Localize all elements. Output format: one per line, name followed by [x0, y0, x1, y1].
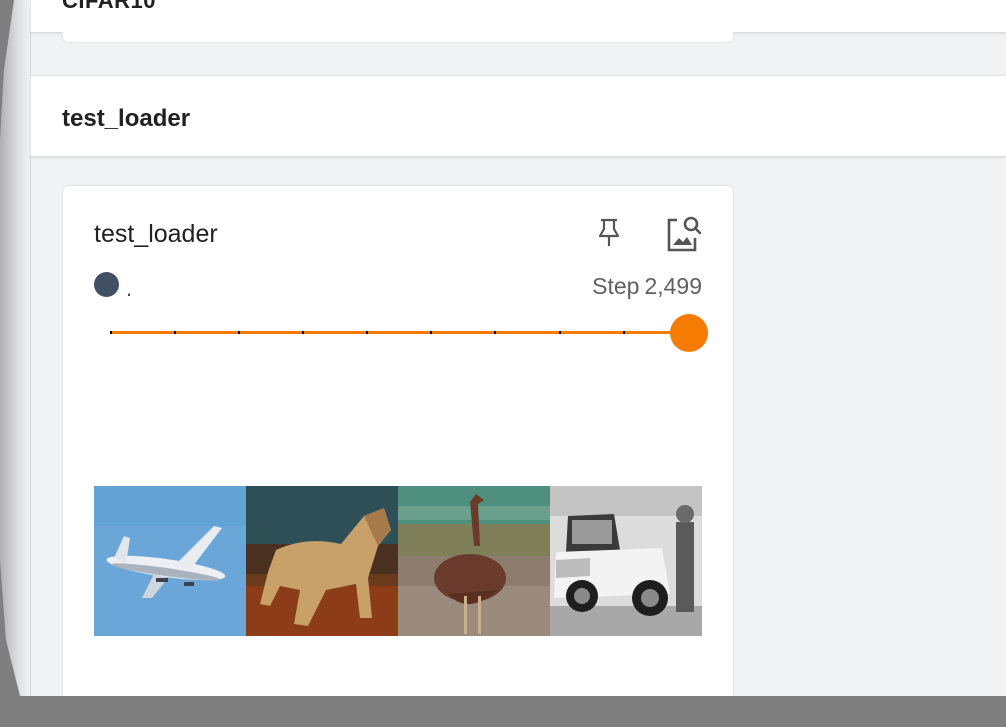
- slider-tick: [366, 331, 368, 334]
- thumb-vintage-car: [550, 486, 702, 636]
- slider-tick: [302, 331, 304, 334]
- image-search-icon: [667, 216, 702, 252]
- section-header-cifar10: CIFAR10: [30, 0, 1006, 33]
- run-name: .: [126, 276, 133, 301]
- group-header[interactable]: test_loader: [30, 75, 1006, 157]
- slider-tick: [559, 331, 561, 334]
- previous-card: [62, 32, 734, 43]
- magnified-view: CIFAR10 test_loader test_loader . Step 2,…: [0, 0, 1006, 696]
- thumb-ostrich: [398, 486, 550, 636]
- slider-tick: [238, 331, 240, 334]
- slider-tick: [174, 331, 176, 334]
- slider-tick: [430, 331, 432, 334]
- slider-track: [110, 331, 688, 334]
- slider-tick: [623, 331, 625, 334]
- slider-thumb[interactable]: [670, 314, 708, 352]
- image-grid: [94, 486, 702, 636]
- step-label: Step 2,499: [587, 273, 702, 300]
- group-title: test_loader: [62, 105, 191, 132]
- step-prefix: Step: [592, 273, 640, 299]
- step-value: 2,499: [644, 273, 702, 299]
- thumb-airplane: [94, 486, 246, 636]
- card-title: test_loader: [94, 220, 218, 248]
- pin-icon: [598, 218, 620, 246]
- step-slider[interactable]: [110, 314, 708, 352]
- pin-button[interactable]: [588, 212, 632, 256]
- run-color-dot: [94, 272, 119, 297]
- thumb-dog: [246, 486, 398, 636]
- slider-tick: [110, 331, 112, 334]
- slider-tick: [494, 331, 496, 334]
- actual-size-button[interactable]: [661, 212, 705, 256]
- section-title: CIFAR10: [62, 0, 156, 13]
- image-card: test_loader . Step 2,499: [62, 185, 734, 696]
